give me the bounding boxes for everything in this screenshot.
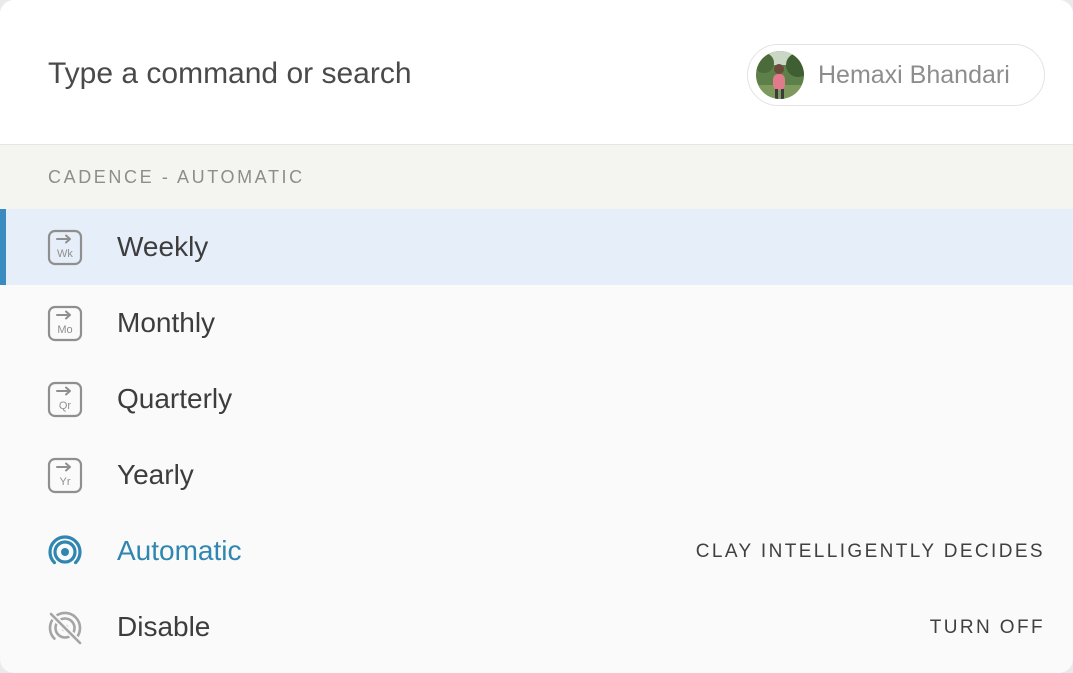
palette-header: Hemaxi Bhandari	[0, 0, 1073, 145]
user-name: Hemaxi Bhandari	[818, 60, 1010, 89]
calendar-quarterly-icon: Qr	[44, 380, 86, 420]
avatar	[756, 51, 804, 99]
option-weekly[interactable]: Wk Weekly	[0, 209, 1073, 285]
option-label: Weekly	[117, 231, 209, 262]
svg-text:Yr: Yr	[60, 476, 71, 488]
option-label: Monthly	[117, 307, 216, 338]
svg-text:Qr: Qr	[59, 400, 72, 412]
calendar-weekly-icon: Wk	[44, 228, 86, 268]
command-palette: Hemaxi Bhandari CADENCE - AUTOMATIC Wk W…	[0, 0, 1073, 673]
section-header: CADENCE - AUTOMATIC	[0, 145, 1073, 209]
option-hint: TURN OFF	[929, 617, 1045, 638]
option-monthly[interactable]: Mo Monthly	[0, 285, 1073, 361]
cadence-options-list: Wk Weekly Mo Monthly Qr Quarterly Yr Yea…	[0, 209, 1073, 665]
option-label: Quarterly	[117, 383, 233, 414]
calendar-monthly-icon: Mo	[44, 304, 86, 344]
option-hint: CLAY INTELLIGENTLY DECIDES	[695, 541, 1045, 562]
option-disable[interactable]: Disable TURN OFF	[0, 589, 1073, 665]
option-label: Disable	[117, 611, 211, 642]
svg-text:Wk: Wk	[57, 248, 73, 260]
option-yearly[interactable]: Yr Yearly	[0, 437, 1073, 513]
user-chip[interactable]: Hemaxi Bhandari	[747, 44, 1045, 106]
option-quarterly[interactable]: Qr Quarterly	[0, 361, 1073, 437]
option-label: Yearly	[117, 459, 194, 490]
svg-text:Mo: Mo	[57, 324, 72, 336]
option-automatic[interactable]: Automatic CLAY INTELLIGENTLY DECIDES	[0, 513, 1073, 589]
option-label: Automatic	[117, 535, 242, 566]
calendar-yearly-icon: Yr	[44, 456, 86, 496]
command-search-input[interactable]	[48, 48, 688, 100]
broadcast-off-icon	[44, 608, 86, 648]
section-title: CADENCE - AUTOMATIC	[48, 167, 305, 187]
broadcast-icon	[44, 532, 86, 572]
